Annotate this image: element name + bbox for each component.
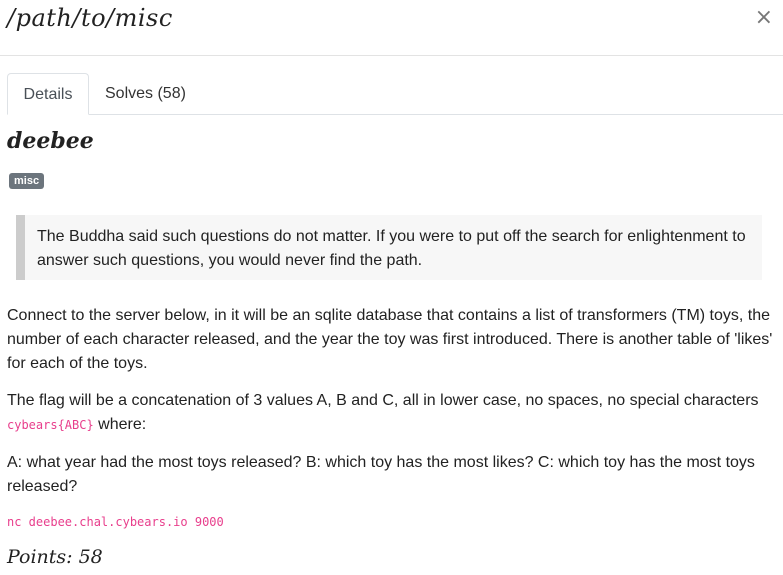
tab-bar: Details Solves (58)	[7, 73, 783, 115]
modal-header: /path/to/misc ×	[0, 0, 783, 56]
flag-format-suffix: where:	[93, 416, 147, 433]
blockquote: The Buddha said such questions do not ma…	[16, 215, 762, 280]
description-paragraph-1: Connect to the server below, in it will …	[7, 307, 773, 372]
tab-solves[interactable]: Solves (58)	[105, 73, 186, 115]
category-badge: misc	[9, 173, 45, 189]
modal-title: /path/to/misc	[7, 4, 173, 32]
description-paragraph-3: A: what year had the most toys released?…	[7, 454, 755, 495]
description-paragraph-2: The flag will be a concatenation of 3 va…	[7, 389, 777, 437]
close-icon[interactable]: ×	[755, 6, 773, 30]
tab-details[interactable]: Details	[7, 73, 89, 115]
challenge-name: deebee	[7, 128, 94, 154]
flag-format-code: cybears{ABC}	[7, 418, 94, 432]
points-label: Points: 58	[7, 546, 103, 568]
challenge-modal: /path/to/misc × Details Solves (58) deeb…	[0, 0, 783, 575]
flag-format-text: The flag will be a concatenation of 3 va…	[7, 392, 759, 409]
connection-command: nc deebee.chal.cybears.io 9000	[7, 515, 224, 529]
